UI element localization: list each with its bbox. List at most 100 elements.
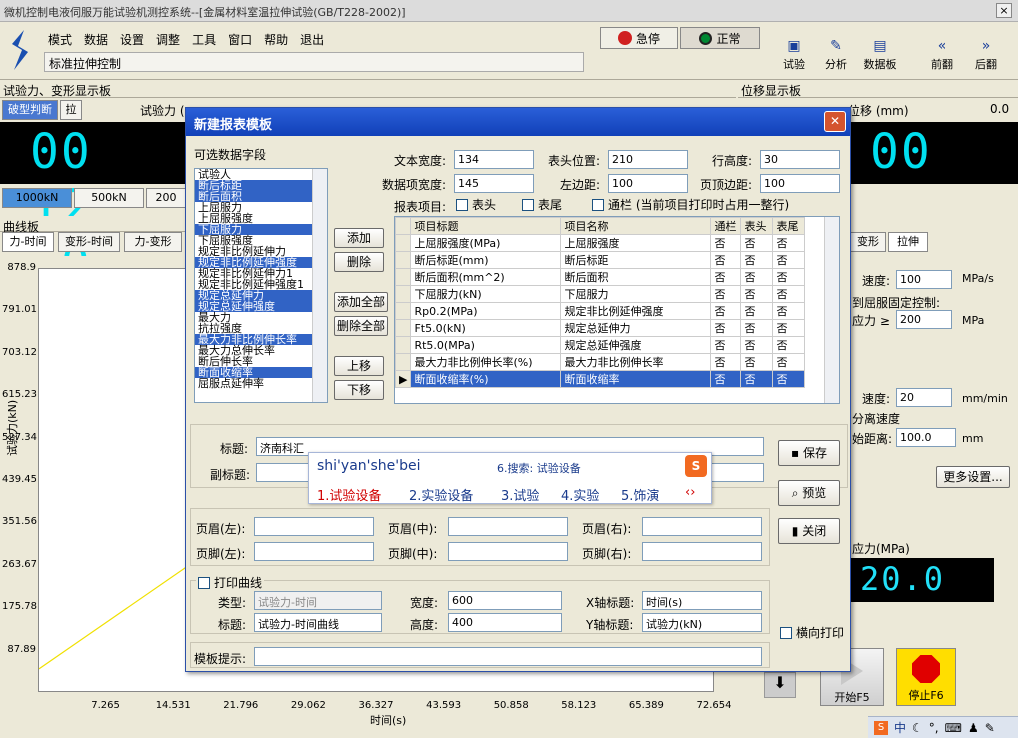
grid-column-header[interactable]: 表头	[740, 217, 774, 235]
grid-cell[interactable]: 否	[772, 234, 806, 252]
grid-cell[interactable]: 下屈服力(kN)	[410, 285, 562, 303]
chinese-mode-indicator[interactable]: 中	[894, 719, 906, 736]
grid-cell[interactable]: 规定非比例延伸强度	[560, 302, 712, 320]
grid-cell[interactable]: 否	[710, 285, 742, 303]
speed-input[interactable]: 100	[896, 270, 952, 289]
row-selector[interactable]	[395, 336, 412, 354]
grid-cell[interactable]: 最大力非比例伸长率	[560, 353, 712, 371]
menu-settings[interactable]: 设置	[118, 30, 146, 49]
row-height-input[interactable]: 30	[760, 150, 840, 169]
grid-cell[interactable]: 上屈服强度	[560, 234, 712, 252]
table-row[interactable]: 下屈服力(kN) 下屈服力否否否	[395, 285, 806, 303]
row-selector[interactable]	[395, 234, 412, 252]
item-width-input[interactable]: 145	[454, 174, 534, 193]
grid-cell[interactable]: 否	[772, 302, 806, 320]
header-right-input[interactable]	[642, 517, 762, 536]
stop-f6-button[interactable]: 停止F6	[896, 648, 956, 706]
field-list-item[interactable]: 屈服点延伸率	[195, 378, 327, 389]
header-left-input[interactable]	[254, 517, 374, 536]
punctuation-icon[interactable]: °,	[929, 721, 939, 735]
table-row[interactable]: Rt5.0(MPa) 规定总延伸强度否否否	[395, 336, 806, 354]
grid-cell[interactable]: 断面收缩率	[560, 370, 712, 388]
delete-all-button[interactable]: 删除全部	[334, 316, 388, 336]
table-row[interactable]: Ft5.0(kN) 规定总延伸力否否否	[395, 319, 806, 337]
wrench-icon[interactable]: ✎	[985, 721, 995, 735]
menu-help[interactable]: 帮助	[262, 30, 290, 49]
prev-page-button[interactable]: «前翻	[918, 38, 966, 74]
height-input[interactable]: 400	[448, 613, 562, 632]
more-settings-button[interactable]: 更多设置...	[936, 466, 1010, 488]
row-selector-arrow-icon[interactable]: ▶	[395, 370, 412, 388]
sogou-tray-icon[interactable]: S	[874, 720, 888, 735]
menu-adjust[interactable]: 调整	[154, 30, 182, 49]
range-1000kn[interactable]: 1000kN	[2, 188, 72, 208]
width-input[interactable]: 600	[448, 591, 562, 610]
grid-cell[interactable]: 否	[710, 336, 742, 354]
grid-cell[interactable]: 断后标距	[560, 251, 712, 269]
ime-page-arrows-icon[interactable]: ‹›	[685, 485, 695, 500]
grid-cell[interactable]: Ft5.0(kN)	[410, 319, 562, 337]
ime-search[interactable]: 6.搜索: 试验设备	[497, 460, 581, 476]
speed2-input[interactable]: 20	[896, 388, 952, 407]
grid-cell[interactable]: 否	[772, 285, 806, 303]
grid-column-header[interactable]: 项目名称	[560, 217, 712, 235]
fields-list-scrollbar[interactable]	[312, 169, 327, 402]
header-checkbox[interactable]: 表头	[456, 196, 496, 213]
grid-cell[interactable]: 最大力非比例伸长率(%)	[410, 353, 562, 371]
grid-cell[interactable]: 否	[772, 319, 806, 337]
keyboard-icon[interactable]: ⌨	[945, 721, 962, 735]
menu-mode[interactable]: 模式	[46, 30, 74, 49]
table-row[interactable]: 最大力非比例伸长率(%) 最大力非比例伸长率否否否	[395, 353, 806, 371]
header-pos-input[interactable]: 210	[608, 150, 688, 169]
menu-window[interactable]: 窗口	[226, 30, 254, 49]
grid-cell[interactable]: 断后面积(mm^2)	[410, 268, 562, 286]
menu-tools[interactable]: 工具	[190, 30, 218, 49]
range-500kn[interactable]: 500kN	[74, 188, 144, 208]
grid-cell[interactable]: 否	[740, 268, 774, 286]
footer-right-input[interactable]	[642, 542, 762, 561]
next-page-button[interactable]: » 后翻	[962, 38, 1010, 74]
grid-cell[interactable]: 否	[740, 353, 774, 371]
range-200kn[interactable]: 200	[146, 188, 186, 208]
user-icon[interactable]: ♟	[968, 721, 979, 735]
analysis-toolbar-button[interactable]: ✎ 分析	[812, 38, 860, 74]
report-items-grid[interactable]: 项目标题 项目名称 通栏 表头 表尾 上屈服强度(MPa) 上屈服强度否否否断后标距(mm)…	[394, 216, 840, 404]
row-selector[interactable]	[395, 251, 412, 269]
grid-column-header[interactable]: 通栏	[710, 217, 742, 235]
menu-exit[interactable]: 退出	[298, 30, 326, 49]
add-button[interactable]: 添加	[334, 228, 384, 248]
tab-force-time[interactable]: 力-时间	[2, 232, 54, 252]
curve-title-input[interactable]: 试验力-时间曲线	[254, 613, 382, 632]
grid-cell[interactable]: 断后面积	[560, 268, 712, 286]
emergency-stop-button[interactable]: 急停	[600, 27, 678, 49]
save-button[interactable]: ▪ 保存	[778, 440, 840, 466]
grid-cell[interactable]: 否	[710, 251, 742, 269]
grid-cell[interactable]: 否	[710, 234, 742, 252]
y-title-input[interactable]: 试验力(kN)	[642, 613, 762, 632]
move-down-button[interactable]: 下移	[334, 380, 384, 400]
grid-cell[interactable]: 上屈服强度(MPa)	[410, 234, 562, 252]
tab-deform-time[interactable]: 变形-时间	[58, 232, 120, 252]
tab-deform[interactable]: 变形	[850, 232, 886, 252]
table-row[interactable]: 上屈服强度(MPa) 上屈服强度否否否	[395, 234, 806, 252]
grid-cell[interactable]: 否	[740, 370, 774, 388]
table-row[interactable]: 断后面积(mm^2) 断后面积否否否	[395, 268, 806, 286]
test-toolbar-button[interactable]: ▣ 试验	[770, 38, 818, 74]
grid-cell[interactable]: 否	[772, 251, 806, 269]
grid-cell[interactable]: 否	[740, 302, 774, 320]
row-selector[interactable]	[395, 285, 412, 303]
down-arrow-icon[interactable]: ⬇	[764, 672, 796, 698]
grid-column-header[interactable]: 表尾	[772, 217, 806, 235]
ime-candidate-4[interactable]: 4.实验	[561, 485, 599, 504]
text-width-input[interactable]: 134	[454, 150, 534, 169]
close-button[interactable]: ▮ 关闭	[778, 518, 840, 544]
row-selector[interactable]	[395, 268, 412, 286]
ime-candidate-1[interactable]: 1.试验设备	[317, 485, 381, 504]
left-margin-input[interactable]: 100	[608, 174, 688, 193]
databoard-toolbar-button[interactable]: ▤ 数据板	[856, 38, 904, 74]
grid-cell[interactable]: 否	[710, 319, 742, 337]
window-close-button[interactable]: ×	[996, 3, 1012, 18]
add-all-button[interactable]: 添加全部	[334, 292, 388, 312]
move-up-button[interactable]: 上移	[334, 356, 384, 376]
delete-button[interactable]: 删除	[334, 252, 384, 272]
